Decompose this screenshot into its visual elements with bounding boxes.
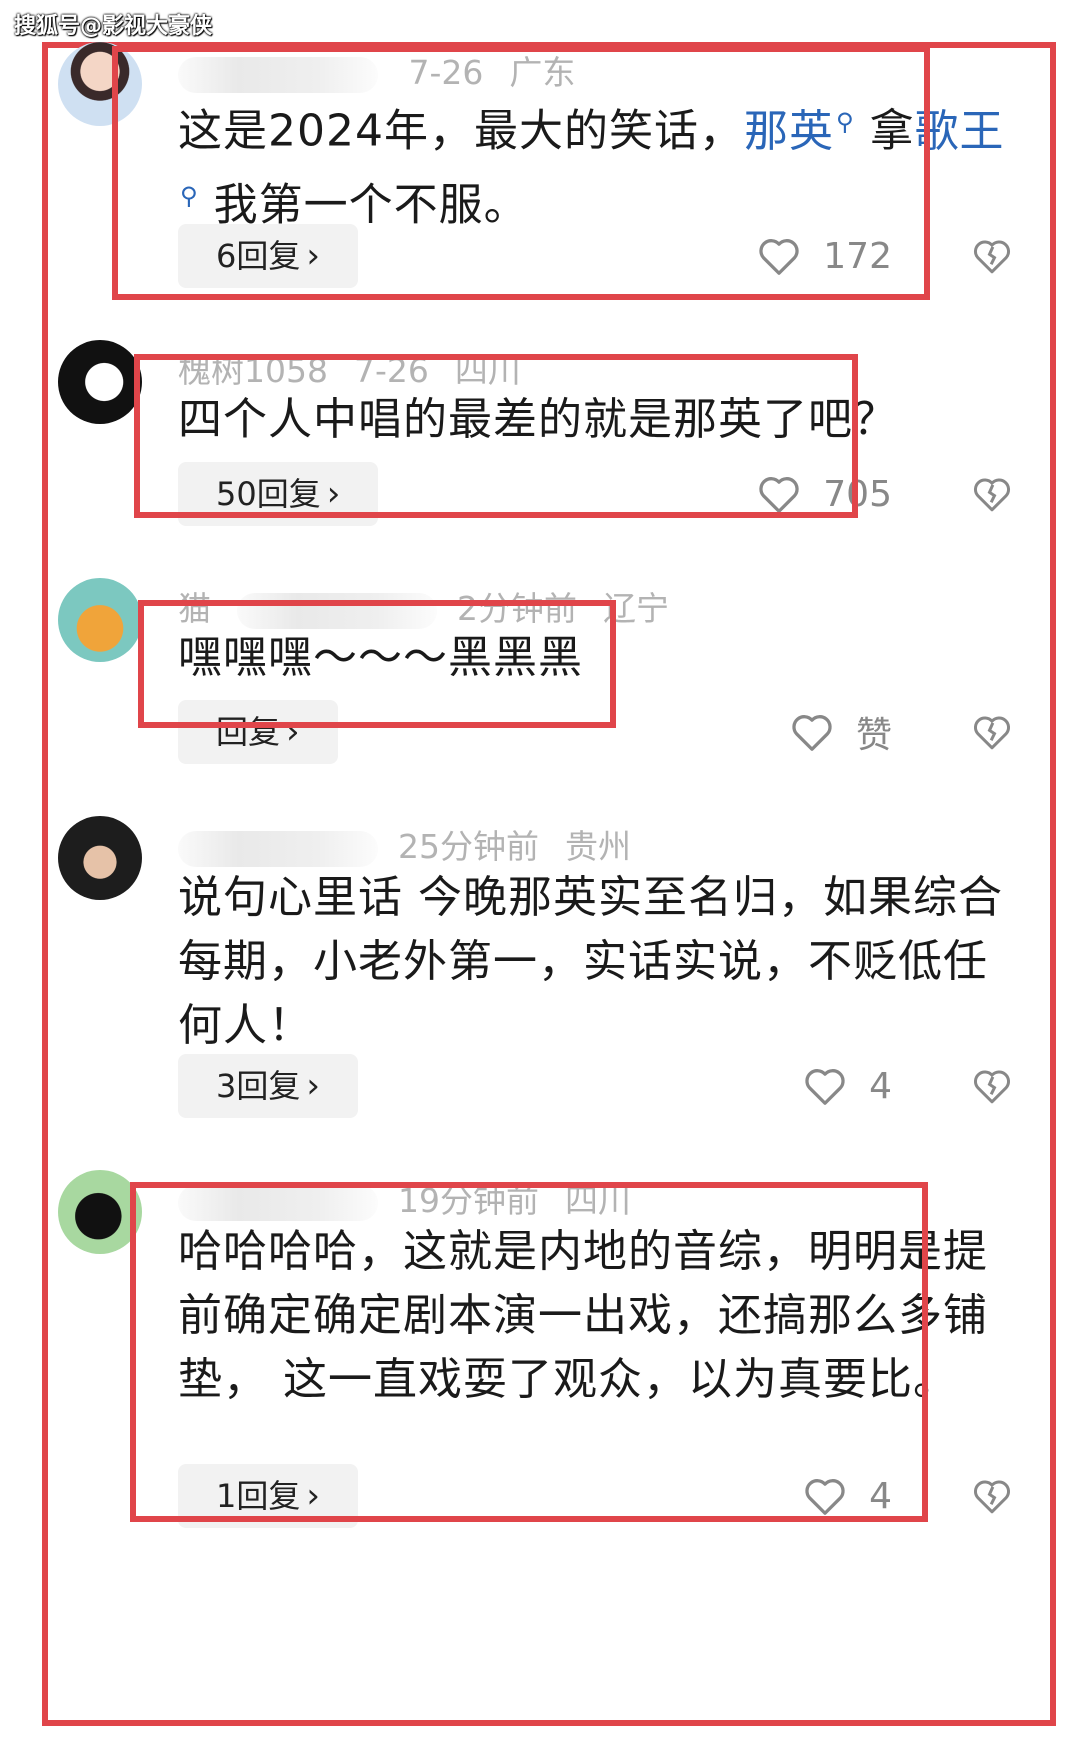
like-count: 705 (823, 473, 892, 515)
reply-button[interactable]: 1回复 › (178, 1464, 358, 1528)
like-count: 4 (869, 1065, 892, 1107)
comment-meta: 7-26 广东 (178, 46, 601, 94)
heart-icon (803, 1476, 847, 1516)
dislike-button[interactable] (972, 1464, 1012, 1528)
broken-heart-icon (972, 713, 1012, 751)
dislike-button[interactable] (972, 700, 1012, 764)
comment-text: 四个人中唱的最差的就是那英了吧？ (178, 394, 898, 445)
comment-meta: 19分钟前 四川 (178, 1174, 657, 1222)
like-button[interactable]: 172 (757, 224, 892, 288)
broken-heart-icon (972, 1067, 1012, 1105)
heart-icon (803, 1066, 847, 1106)
reply-button[interactable]: 回复 › (178, 700, 338, 764)
reply-button[interactable]: 3回复 › (178, 1054, 358, 1118)
comment-meta: 25分钟前 贵州 (178, 820, 657, 868)
chevron-right-icon: › (306, 236, 320, 276)
like-button[interactable]: 赞 (790, 700, 892, 764)
like-count: 4 (869, 1475, 892, 1517)
comment-meta: 槐树1058 7-26 四川 (178, 351, 521, 390)
reply-button[interactable]: 50回复 › (178, 462, 379, 526)
search-icon: ⚲ (180, 181, 199, 210)
comment-text: 说句心里话 今晚那英实至名归，如果综合每期，小老外第一，实话实说，不贬低任何人！ (178, 872, 1003, 1051)
heart-icon (790, 712, 834, 752)
chevron-right-icon: › (306, 1066, 320, 1106)
like-count: 赞 (855, 715, 892, 756)
comment-text: 嘿嘿嘿～～～黑黑黑 (178, 632, 583, 683)
like-button[interactable]: 705 (757, 462, 892, 526)
chevron-right-icon: › (306, 1476, 320, 1516)
hashtag-link[interactable]: 那英⚲ (744, 106, 855, 157)
avatar[interactable] (58, 578, 142, 662)
like-count: 172 (823, 235, 892, 277)
avatar[interactable] (58, 1170, 142, 1254)
heart-icon (757, 236, 801, 276)
comment-text: 这是2024年，最大的笑话，那英⚲ 拿歌王⚲ 我第一个不服。 (178, 105, 1005, 231)
avatar[interactable] (58, 816, 142, 900)
chevron-right-icon: › (286, 712, 300, 752)
blurred-username (178, 830, 378, 867)
search-icon: ⚲ (835, 108, 855, 136)
broken-heart-icon (972, 237, 1012, 275)
broken-heart-icon (972, 475, 1012, 513)
broken-heart-icon (972, 1477, 1012, 1515)
dislike-button[interactable] (972, 224, 1012, 288)
avatar[interactable] (58, 42, 142, 126)
blurred-username (237, 592, 437, 629)
blurred-username (178, 56, 378, 93)
blurred-username (178, 1184, 378, 1221)
chevron-right-icon: › (326, 474, 341, 514)
reply-button[interactable]: 6回复 › (178, 224, 358, 288)
dislike-button[interactable] (972, 1054, 1012, 1118)
avatar[interactable] (58, 340, 142, 424)
heart-icon (757, 474, 801, 514)
watermark: 搜狐号@影视大豪侠 (14, 14, 213, 39)
dislike-button[interactable] (972, 462, 1012, 526)
like-button[interactable]: 4 (803, 1464, 892, 1528)
comment-meta: 猫 2分钟前 辽宁 (178, 589, 669, 629)
comment-text: 哈哈哈哈，这就是内地的音综，明明是提前确定确定剧本演一出戏，还搞那么多铺垫， 这… (178, 1226, 988, 1405)
like-button[interactable]: 4 (803, 1054, 892, 1118)
